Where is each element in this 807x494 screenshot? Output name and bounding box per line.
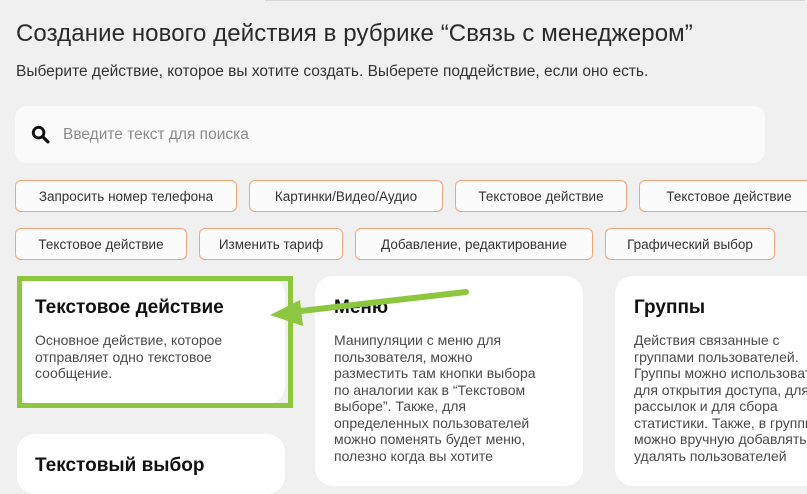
card-title: Группы xyxy=(634,297,706,318)
card-text-action[interactable]: Текстовое действие Основное действие, ко… xyxy=(17,276,285,404)
card-description: Основное действие, которое отправляет од… xyxy=(35,332,223,381)
page-title: Создание нового действия в рубрике “Связ… xyxy=(16,20,693,47)
card-description: Действия связанные с группами пользовате… xyxy=(634,332,807,464)
chip-media[interactable]: Картинки/Видео/Аудио xyxy=(249,180,443,212)
chip-add-edit[interactable]: Добавление, редактирование xyxy=(355,228,593,260)
search-bar[interactable] xyxy=(15,106,765,163)
chip-request-phone[interactable]: Запросить номер телефона xyxy=(15,180,237,212)
card-title: Меню xyxy=(334,297,389,318)
card-title: Текстовое действие xyxy=(35,297,224,318)
card-text-choice[interactable]: Текстовый выбор xyxy=(17,434,285,494)
card-description: Манипуляции с меню для пользователя, мож… xyxy=(334,332,536,464)
chip-change-tariff[interactable]: Изменить тариф xyxy=(199,228,343,260)
chip-text-action-3[interactable]: Текстовое действие xyxy=(15,228,187,260)
chip-graphic-choice[interactable]: Графический выбор xyxy=(605,228,775,260)
top-divider xyxy=(265,0,805,1)
card-groups[interactable]: Группы Действия связанные с группами пол… xyxy=(615,276,807,486)
page-subtitle: Выберите действие, которое вы хотите соз… xyxy=(16,63,649,80)
chip-text-action-1[interactable]: Текстовое действие xyxy=(455,180,627,212)
card-menu[interactable]: Меню Манипуляции с меню для пользователя… xyxy=(315,276,583,486)
search-icon[interactable] xyxy=(31,125,50,144)
search-input[interactable] xyxy=(61,120,745,150)
card-title: Текстовый выбор xyxy=(35,455,205,476)
chip-text-action-2[interactable]: Текстовое действие xyxy=(639,180,807,212)
